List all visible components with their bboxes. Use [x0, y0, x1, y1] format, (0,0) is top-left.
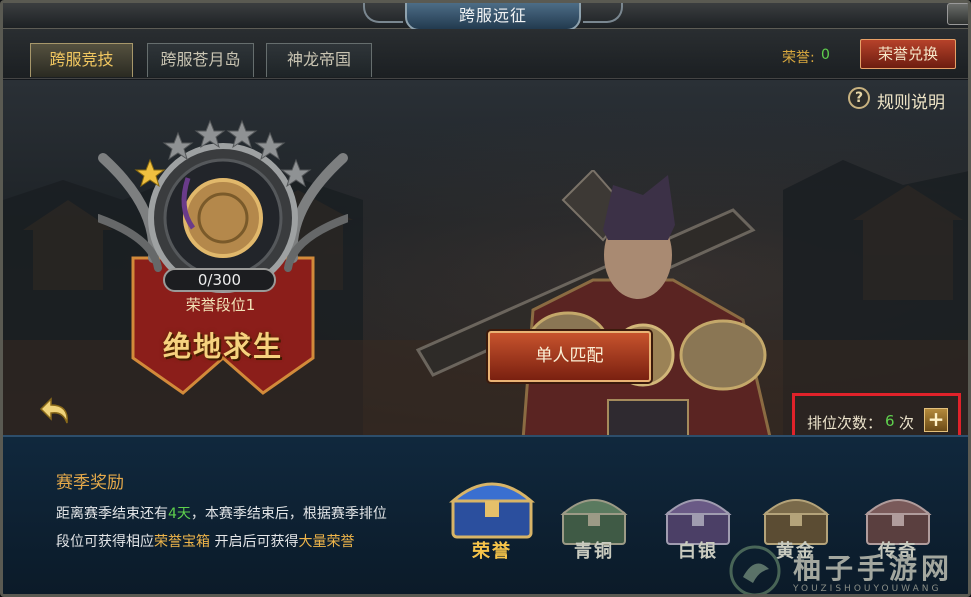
arena-scene: ? 规则说明 0/300 荣誉段位1 绝地求生 单人匹配 排位次数： 6 次 + — [3, 80, 968, 435]
rank-tier-label: 荣誉段位1 — [185, 296, 256, 314]
add-ranking-count-button[interactable]: + — [924, 408, 948, 432]
tab-cross-server-arena[interactable]: 跨服竞技 — [30, 43, 133, 77]
back-arrow-icon[interactable] — [39, 395, 73, 429]
title-ornament-right — [583, 3, 623, 23]
honor-label: 荣誉: — [782, 50, 815, 66]
watermark-subtext: YOUZISHOUYOUWANG — [793, 584, 942, 594]
title-bar: 跨服远征 — [3, 3, 968, 31]
season-reward-title: 赛季奖励 — [56, 473, 124, 493]
warrior-hero-image — [415, 170, 772, 435]
game-window: 跨服远征 跨服竞技 跨服苍月岛 神龙帝国 荣誉: 0 荣誉兑换 ? 规则说明 0… — [0, 0, 971, 597]
solo-match-button[interactable]: 单人匹配 — [488, 331, 651, 382]
ranking-count-unit: 次 — [899, 414, 915, 432]
season-reward-description: 距离赛季结束还有4天，本赛季结束后，根据赛季排位 段位可获得相应荣誉宝箱 开启后… — [56, 500, 436, 556]
chest-label-honor: 荣誉 — [472, 541, 512, 562]
honor-exchange-button[interactable]: 荣誉兑换 — [860, 39, 956, 69]
large-honor-text: 大量荣誉 — [298, 534, 355, 550]
ranking-count-label: 排位次数： — [807, 414, 883, 432]
reward-text: 距离赛季结束还有 — [56, 506, 168, 522]
ranking-count-value: 6 — [885, 412, 895, 430]
rank-progress: 0/300 — [163, 268, 276, 292]
rank-star — [226, 119, 258, 149]
tab-cross-server-island[interactable]: 跨服苍月岛 — [147, 43, 254, 77]
close-button[interactable] — [947, 3, 968, 25]
days-remaining: 4天 — [168, 506, 191, 522]
rules-link[interactable]: 规则说明 — [877, 88, 945, 113]
title-ornament-left — [363, 3, 403, 23]
rank-name: 绝地求生 — [162, 330, 283, 363]
chest-label-bronze: 青铜 — [574, 541, 614, 562]
reward-text: 段位可获得相应 — [56, 534, 154, 550]
honor-chest-text: 荣誉宝箱 — [154, 534, 210, 550]
reward-text: ，本赛季结束后，根据赛季排位 — [190, 506, 387, 522]
honor-chest-icon[interactable] — [449, 471, 535, 541]
reward-text: 开启后可获得 — [210, 534, 299, 550]
watermark-text: 柚子手游网 — [793, 552, 954, 585]
help-icon[interactable]: ? — [848, 87, 870, 109]
tab-dragon-empire[interactable]: 神龙帝国 — [266, 43, 372, 77]
window-title: 跨服远征 — [405, 3, 581, 31]
honor-value: 0 — [821, 47, 830, 63]
